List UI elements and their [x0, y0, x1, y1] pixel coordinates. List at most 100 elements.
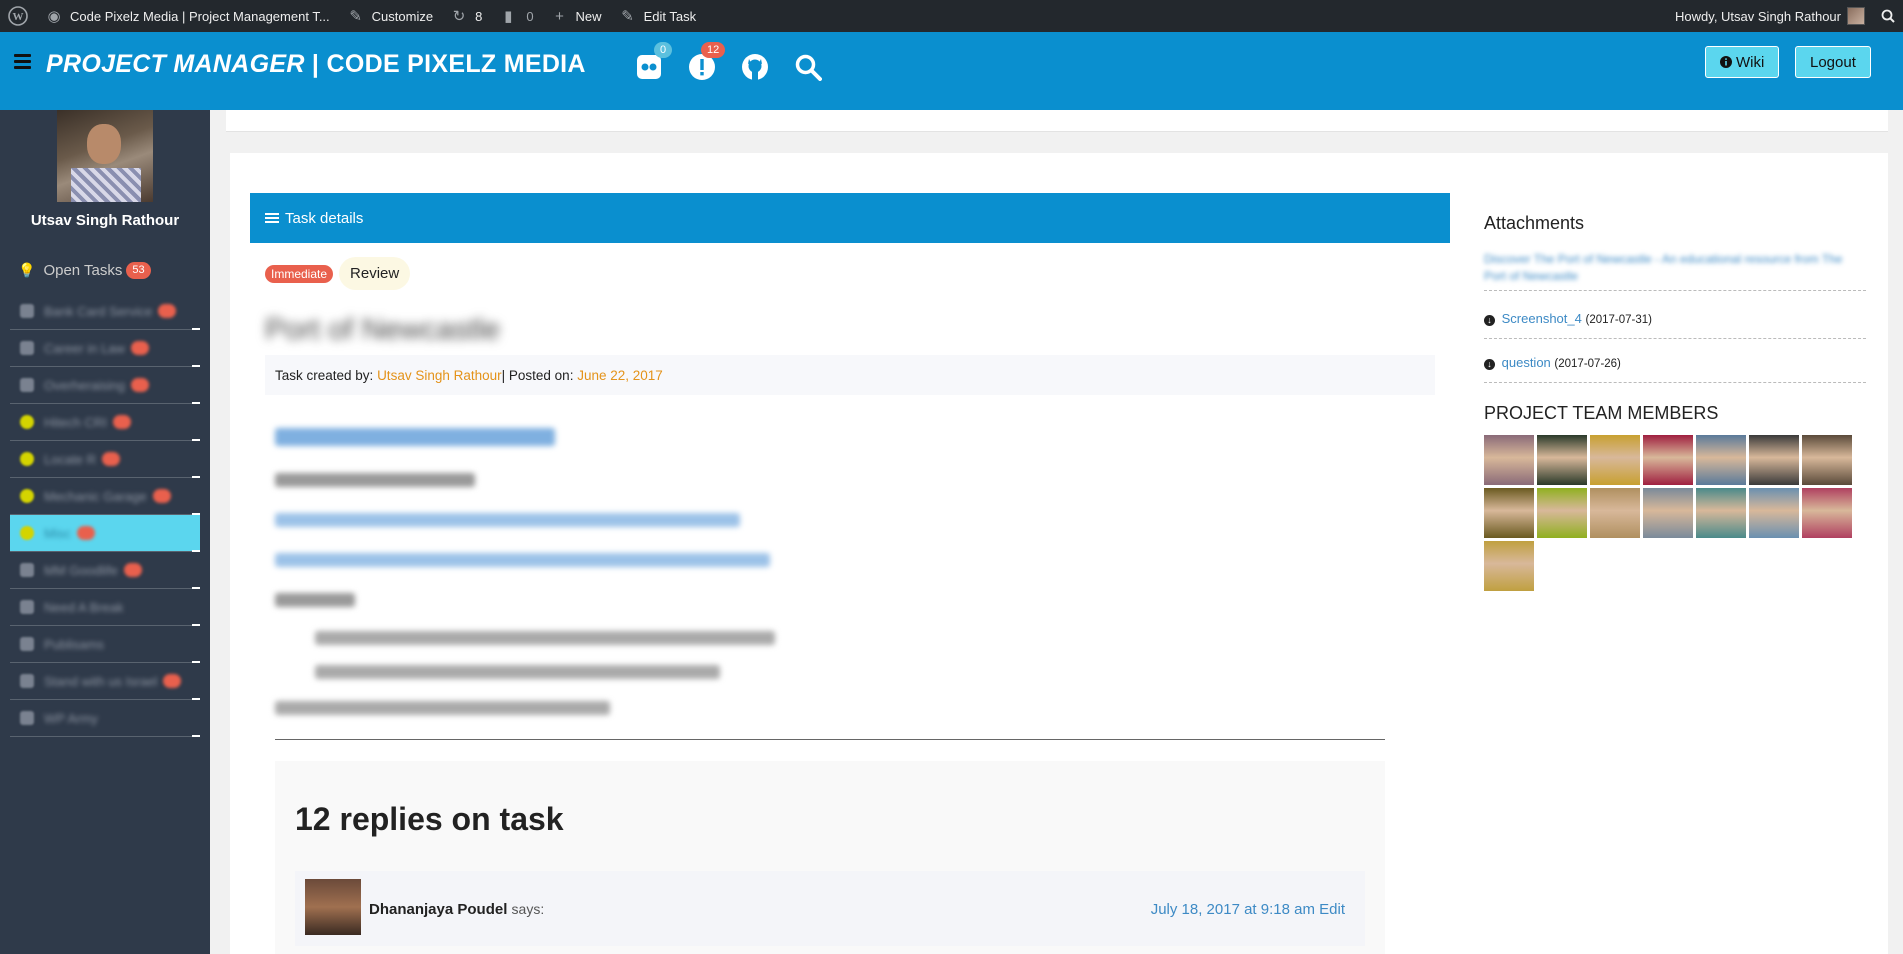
sidebar-project-item[interactable]: Bank Card Service [10, 293, 200, 330]
star-icon [20, 415, 34, 429]
team-member-avatar[interactable] [1590, 435, 1640, 485]
brand-separator: | [304, 50, 327, 78]
wiki-button[interactable]: Wiki [1705, 46, 1780, 78]
sidebar-project-item[interactable]: Mechanic Garage [10, 478, 200, 515]
sidebar-project-item[interactable]: Career in Law [10, 330, 200, 367]
team-member-avatar[interactable] [1590, 488, 1640, 538]
team-member-avatar[interactable] [1537, 435, 1587, 485]
created-by-label: Task created by: [275, 367, 374, 383]
replies-section: 12 replies on task Dhananjaya Poudel say… [275, 761, 1385, 954]
sidebar-project-item[interactable]: Need A Break [10, 589, 200, 626]
attachments-title: Attachments [1484, 213, 1585, 233]
updates-link[interactable]: ↻ 8 [441, 0, 490, 32]
task-details-title: Task details [285, 209, 364, 227]
sidebar-project-item[interactable]: MM Goodlife [10, 552, 200, 589]
brand-project-manager: PROJECT MANAGER [46, 50, 305, 78]
team-member-avatar[interactable] [1696, 488, 1746, 538]
customize-link[interactable]: ✎ Customize [338, 0, 441, 32]
team-member-avatar[interactable] [1802, 488, 1852, 538]
task-details-header: Task details [250, 193, 1450, 243]
comments-count: 0 [526, 8, 534, 24]
profile-name: Utsav Singh Rathour [30, 212, 180, 229]
team-member-avatar[interactable] [1484, 435, 1534, 485]
task-meta: Task created by: Utsav Singh Rathour | P… [265, 355, 1435, 395]
sidebar-project-count [130, 378, 149, 392]
attachment-item[interactable]: Discover The Port of Newcastle - An educ… [1484, 251, 1866, 291]
logout-label: Logout [1810, 53, 1856, 71]
sidebar-project-count [76, 526, 95, 540]
flickr-icon [637, 55, 661, 79]
posted-on-label: | Posted on: [501, 367, 574, 383]
updates-count: 8 [475, 8, 483, 24]
sidebar-project-item[interactable]: Overheraising [10, 367, 200, 404]
sidebar-project-item[interactable]: Locate R [10, 441, 200, 478]
attachment-date: (2017-07-31) [1585, 314, 1652, 326]
wiki-label: Wiki [1736, 53, 1765, 71]
info-icon [1720, 56, 1732, 68]
search-icon [795, 54, 822, 81]
reply-author[interactable]: Dhananjaya Poudel [369, 901, 507, 918]
github-icon [742, 54, 768, 80]
admin-search-icon[interactable] [1873, 0, 1903, 32]
team-members-grid [1484, 435, 1862, 594]
team-member-avatar[interactable] [1643, 435, 1693, 485]
attachment-link[interactable]: Screenshot_4 [1502, 311, 1582, 326]
created-by-link[interactable]: Utsav Singh Rathour [377, 368, 502, 383]
sidebar-project-count [152, 489, 171, 503]
wordpress-logo-icon[interactable]: W [0, 0, 36, 32]
team-member-avatar[interactable] [1643, 488, 1693, 538]
comments-link[interactable]: ▮ 0 [490, 0, 541, 32]
edit-task-link[interactable]: ✎ Edit Task [610, 0, 705, 32]
sidebar-project-item[interactable]: Publisams [10, 626, 200, 663]
profile-avatar[interactable] [57, 110, 153, 202]
search-button[interactable] [793, 52, 823, 82]
task-title: Port of Newcastle [265, 313, 501, 346]
pencil-icon [20, 304, 34, 318]
attachment-item[interactable]: ↓ Screenshot_4 (2017-07-31) [1484, 311, 1866, 339]
team-member-avatar[interactable] [1749, 435, 1799, 485]
new-content-link[interactable]: + New [542, 0, 610, 32]
pencil-icon: ✎ [621, 8, 634, 25]
sidebar-project-item[interactable]: Hitech CRI [10, 404, 200, 441]
team-member-avatar[interactable] [1537, 488, 1587, 538]
attachment-item[interactable]: ↓ question (2017-07-26) [1484, 355, 1866, 383]
open-tasks-link[interactable]: 💡 Open Tasks 53 [18, 262, 151, 279]
pencil-icon [20, 341, 34, 355]
team-member-avatar[interactable] [1802, 435, 1852, 485]
download-icon: ↓ [1484, 315, 1495, 326]
sidebar-project-item[interactable]: Misc [10, 515, 200, 552]
sidebar-project-label: MM Goodlife [44, 562, 118, 578]
site-name-link[interactable]: ◉ Code Pixelz Media | Project Management… [36, 0, 338, 32]
content-divider [275, 739, 1385, 740]
admin-avatar [1847, 7, 1865, 25]
logout-button[interactable]: Logout [1795, 46, 1871, 78]
reply-date[interactable]: July 18, 2017 at 9:18 am [1151, 901, 1315, 918]
pencil-icon [20, 563, 34, 577]
svg-text:W: W [13, 11, 24, 23]
sidebar-project-count [123, 563, 142, 577]
attachment-link-blurred[interactable]: Discover The Port of Newcastle - An educ… [1484, 251, 1866, 285]
team-member-avatar[interactable] [1484, 541, 1534, 591]
sidebar-project-item[interactable]: Stand with us Israel [10, 663, 200, 700]
flickr-button[interactable]: 0 [634, 42, 673, 82]
brand-title[interactable]: PROJECT MANAGER | CODE PIXELZ MEDIA [46, 50, 586, 79]
hamburger-menu-icon[interactable] [14, 54, 31, 72]
sidebar-project-label: WP Army [44, 710, 98, 726]
sidebar-project-item[interactable]: WP Army [10, 700, 200, 737]
open-tasks-count: 53 [126, 262, 151, 279]
github-button[interactable] [740, 52, 770, 82]
team-member-avatar[interactable] [1484, 488, 1534, 538]
alerts-button[interactable]: 12 [687, 42, 726, 82]
sidebar-project-label: Career in Law [44, 340, 125, 356]
posted-on-date: June 22, 2017 [577, 367, 663, 383]
sidebar-project-count [163, 674, 182, 688]
team-member-avatar[interactable] [1696, 435, 1746, 485]
sidebar-project-label: Bank Card Service [44, 303, 153, 319]
pencil-icon [20, 378, 34, 392]
attachment-link[interactable]: question [1502, 355, 1551, 370]
lightbulb-icon: 💡 [18, 262, 36, 278]
reply-says: says: [511, 901, 545, 917]
reply-edit-link[interactable]: Edit [1319, 901, 1345, 918]
my-account-link[interactable]: Howdy, Utsav Singh Rathour [1667, 0, 1873, 32]
team-member-avatar[interactable] [1749, 488, 1799, 538]
